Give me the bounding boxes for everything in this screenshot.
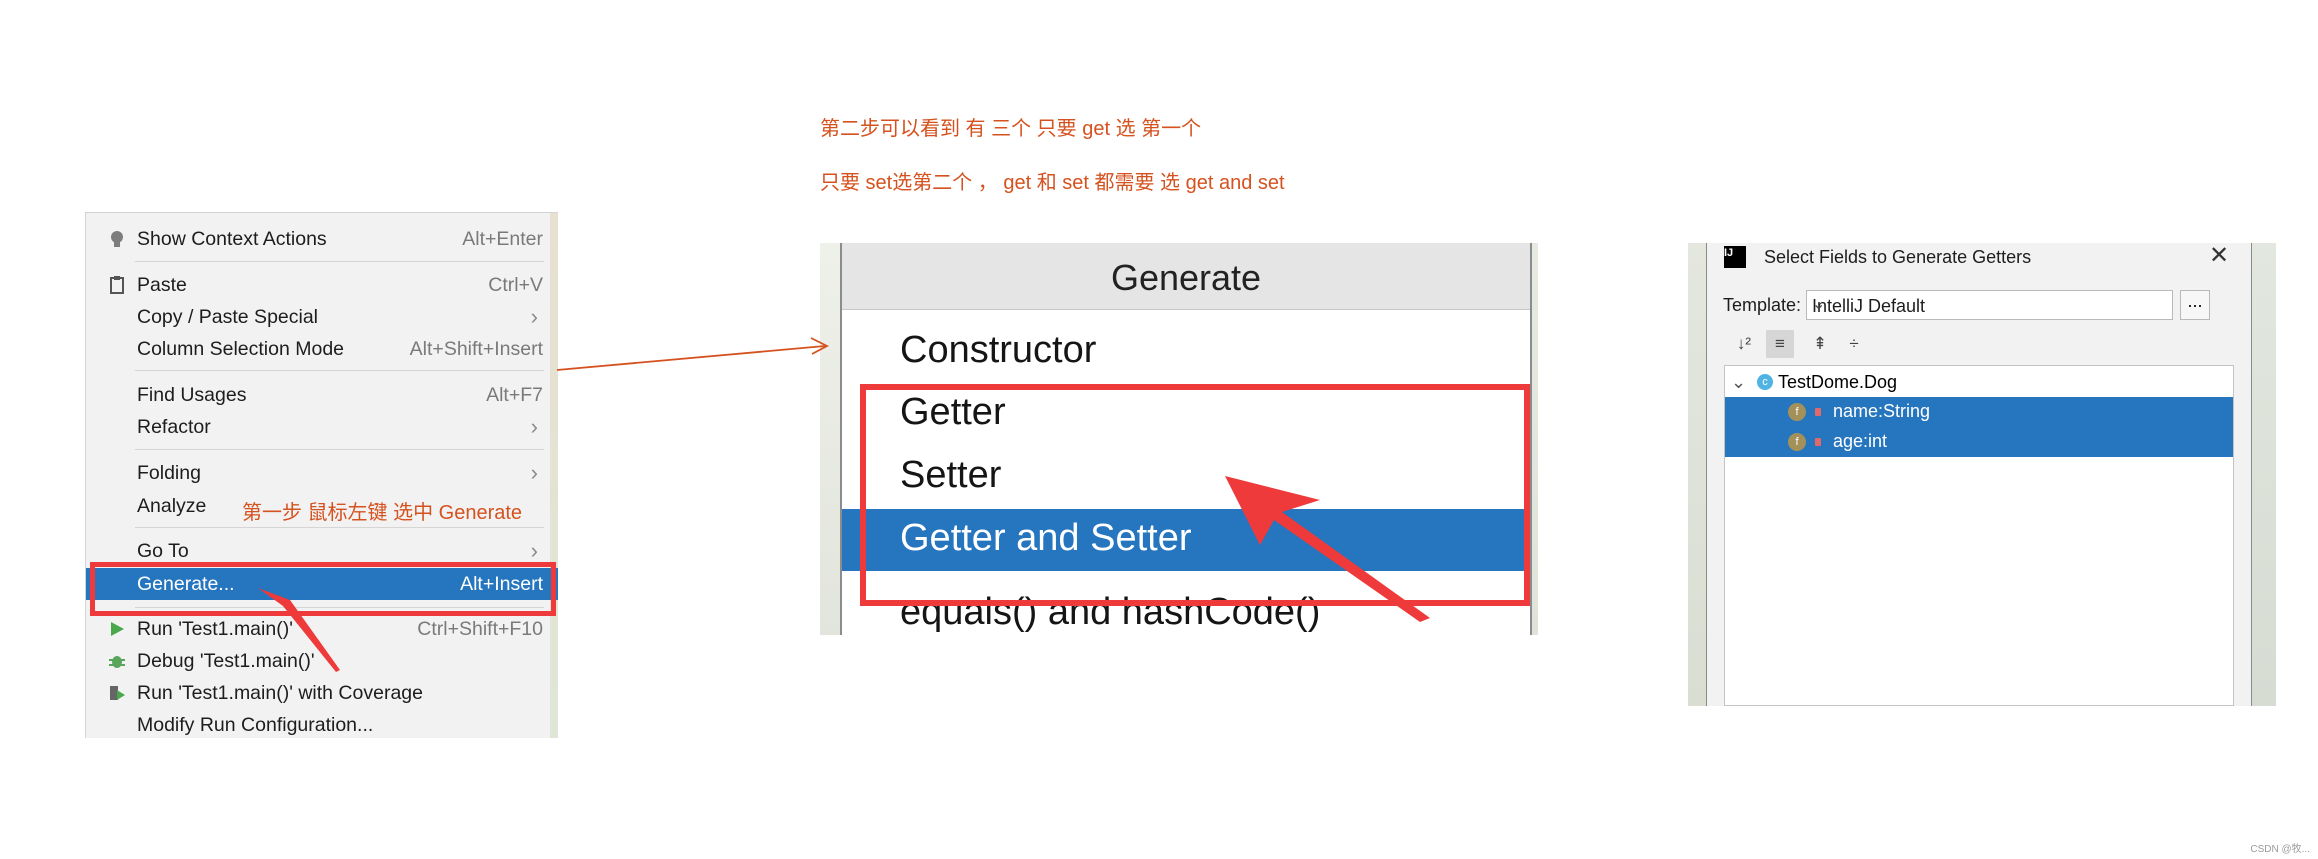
pointer-arrow-getter-setter (1225, 476, 1430, 622)
annotation-arrows (258, 337, 1430, 672)
pointer-arrow-generate (258, 588, 340, 672)
connector-arrow (556, 337, 829, 371)
watermark: CSDN @牧... (2250, 844, 2310, 855)
